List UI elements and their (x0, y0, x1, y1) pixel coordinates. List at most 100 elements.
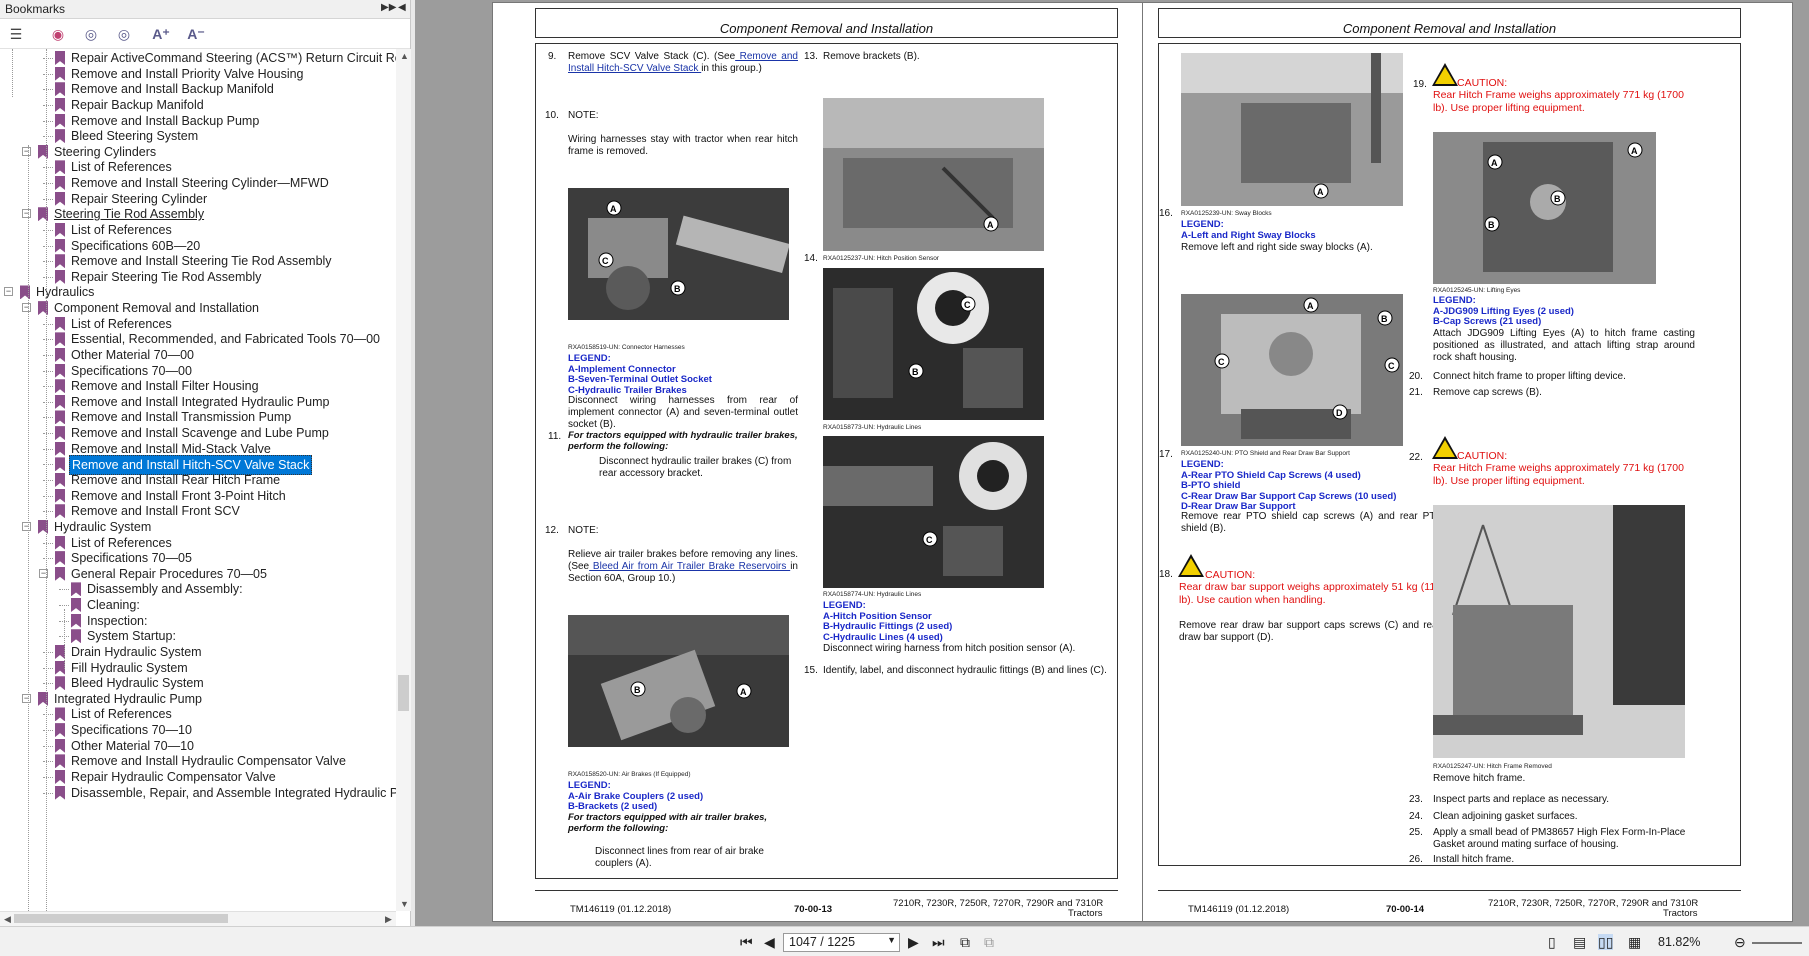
bookmark-icon (55, 707, 65, 722)
svg-text:B: B (1554, 194, 1561, 204)
tree-connector (28, 145, 29, 911)
add-bookmark-icon[interactable]: ◉ (47, 25, 69, 43)
scroll-right-arrow-icon[interactable]: ▶ (385, 914, 392, 925)
tree-connector (43, 339, 53, 341)
caution-label: CAUTION: (1457, 77, 1508, 89)
bookmark-icon (55, 504, 65, 519)
step-12-link[interactable]: Bleed Air from Air Trailer Brake Reservo… (589, 561, 790, 572)
svg-text:A: A (740, 687, 747, 697)
continuous-facing-view-icon[interactable]: ▦ (1628, 934, 1641, 950)
pdf-viewer-app: Bookmarks ▶▶ ◀ ☰ ◉ ◎ ◎ A⁺ A⁻ Repair Acti… (0, 0, 1809, 956)
legend-item: A-Left and Right Sway Blocks (1181, 229, 1316, 241)
step-number: 17. (1159, 449, 1173, 460)
legend-title: LEGEND: (568, 780, 611, 791)
collapse-toggle-icon[interactable]: − (22, 303, 31, 313)
tree-connector (43, 651, 53, 653)
scroll-left-arrow-icon[interactable]: ◀ (4, 914, 11, 925)
previous-view-icon[interactable]: ⧉ (960, 934, 970, 950)
bookmark-icon (55, 410, 65, 425)
collapse-panel-icon[interactable]: ◀ (398, 2, 406, 13)
bookmark-icon (55, 535, 65, 550)
facing-pages-view-icon[interactable]: ▯▯ (1598, 934, 1614, 950)
step-25-text: Apply a small bead of PM38657 High Flex … (1433, 827, 1686, 850)
tree-vertical-scroll-thumb[interactable] (398, 675, 409, 711)
hitch-position-sensor-photo: A (823, 98, 1044, 251)
svg-text:A: A (987, 220, 994, 230)
svg-text:C: C (1218, 357, 1225, 367)
bookmark-options-icon[interactable]: ☰ (5, 25, 27, 43)
step-number: 13. (804, 51, 818, 62)
figure-caption: RXA0158520-UN: Air Brakes (If Equipped) (568, 771, 691, 778)
tree-connector (43, 229, 53, 231)
figure-legend: LEGEND: A-Left and Right Sway Blocks (1181, 219, 1316, 241)
tree-connector (43, 198, 53, 200)
bookmark-icon (55, 394, 65, 409)
expand-bookmark-icon[interactable]: ◎ (80, 25, 102, 43)
bookmark-icon (55, 379, 65, 394)
step-number: 9. (548, 51, 557, 62)
bookmark-icon (71, 598, 81, 613)
collapse-toggle-icon[interactable]: − (22, 146, 31, 156)
bookmark-icon (55, 82, 65, 97)
sway-blocks-photo: A (1181, 53, 1403, 206)
scroll-down-arrow-icon[interactable]: ▼ (400, 899, 409, 909)
step-24-text: Clean adjoining gasket surfaces. (1433, 811, 1578, 822)
step-heading: For tractors equipped with air trailer b… (568, 812, 768, 834)
step-text: Disconnect wiring harness from hitch pos… (823, 643, 1076, 654)
footer-model-suffix: Tractors (1663, 908, 1698, 919)
zoom-level[interactable]: 81.82% (1658, 935, 1700, 949)
tree-connector (43, 58, 53, 59)
collapse-toggle-icon[interactable]: − (22, 693, 31, 703)
first-page-icon[interactable]: ⏮ (740, 934, 753, 950)
figure-caption: RXA0125245-UN: Lifting Eyes (1433, 287, 1521, 294)
continuous-view-icon[interactable]: ▤ (1573, 934, 1586, 950)
collapse-toggle-icon[interactable]: − (22, 209, 31, 219)
bookmark-icon (55, 238, 65, 253)
bookmark-icon (55, 363, 65, 378)
bookmark-label: Disassemble, Repair, and Assemble Integr… (71, 785, 397, 800)
svg-text:C: C (926, 535, 933, 545)
footer-rule (535, 890, 1118, 891)
step-number: 23. (1409, 794, 1423, 805)
chevron-down-icon[interactable]: ▼ (887, 935, 896, 945)
previous-page-icon[interactable]: ◀ (764, 934, 775, 950)
figure-legend: LEGEND: A-Implement Connector B-Seven-Te… (568, 353, 712, 396)
zoom-out-icon[interactable]: ⊖ (1734, 934, 1746, 950)
tree-vertical-scrollbar[interactable] (396, 49, 411, 911)
svg-text:A: A (1491, 158, 1498, 168)
footer-document-id: TM146119 (01.12.2018) (1188, 904, 1290, 915)
bookmark-icon (55, 738, 65, 753)
bookmark-icon (55, 426, 65, 441)
page-number-input[interactable]: 1047 / 1225 ▼ (783, 933, 900, 952)
enlarge-text-icon[interactable]: A⁺ (150, 25, 172, 43)
zoom-slider[interactable] (1752, 942, 1802, 944)
next-view-icon[interactable]: ⧉ (984, 934, 994, 950)
bookmark-icon (55, 51, 65, 65)
connector-harness-photo: A C B (568, 188, 789, 320)
step-number: 14. (804, 253, 818, 264)
lifting-eyes-photo: A A B B (1433, 132, 1656, 284)
step-12-text: Relieve air trailer brakes before removi… (568, 549, 798, 585)
step-number: 20. (1409, 371, 1423, 382)
scroll-up-arrow-icon[interactable]: ▲ (400, 51, 409, 61)
bookmark-icon (55, 769, 65, 784)
single-page-view-icon[interactable]: ▯ (1548, 934, 1556, 950)
expand-panel-icon[interactable]: ▶▶ (381, 2, 396, 13)
reduce-text-icon[interactable]: A⁻ (185, 25, 207, 43)
collapse-toggle-icon[interactable]: − (22, 521, 31, 531)
bookmark-tree: Repair ActiveCommand Steering (ACS™) Ret… (0, 49, 397, 911)
bookmark-icon (55, 723, 65, 738)
caution-text: Rear draw bar support weighs approximate… (1179, 581, 1441, 606)
tree-connector (64, 609, 65, 669)
next-page-icon[interactable]: ▶ (908, 934, 919, 950)
tree-horizontal-scroll-thumb[interactable] (14, 914, 228, 923)
bookmark-icon (55, 332, 65, 347)
svg-text:A: A (1317, 187, 1324, 197)
collapse-bookmark-icon[interactable]: ◎ (113, 25, 135, 43)
caution-text: Rear Hitch Frame weighs approximately 77… (1433, 89, 1684, 114)
collapse-toggle-icon[interactable]: − (4, 287, 13, 297)
step-number: 16. (1159, 208, 1173, 219)
last-page-icon[interactable]: ⏭ (932, 934, 945, 950)
step-18-text: Remove rear draw bar support caps screws… (1179, 620, 1441, 643)
step-text: Disconnect lines from rear of air brake … (595, 846, 764, 869)
